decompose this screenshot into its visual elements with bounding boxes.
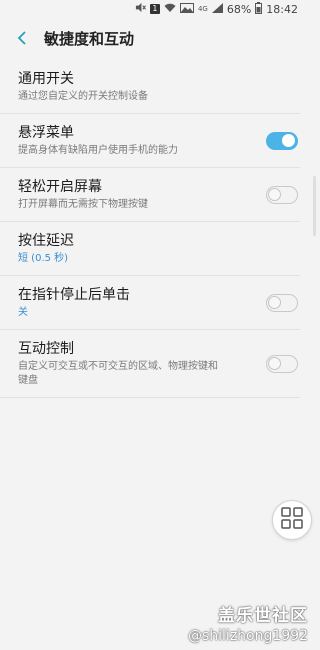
setting-title: 通用开关 — [18, 71, 74, 87]
setting-subtitle: 提高身体有缺陷用户使用手机的能力 — [18, 145, 178, 156]
sim-badge: 1 — [149, 4, 160, 14]
setting-value: 关 — [18, 307, 28, 318]
setting-title: 在指针停止后单击 — [18, 287, 130, 303]
page-title: 敏捷度和互动 — [44, 29, 135, 48]
mute-icon — [135, 2, 146, 16]
setting-click-after-pointer-stops[interactable]: 在指针停止后单击 关 — [0, 276, 300, 330]
setting-floating-menu[interactable]: 悬浮菜单 提高身体有缺陷用户使用手机的能力 — [0, 114, 300, 168]
easy-screen-toggle[interactable] — [266, 185, 298, 204]
grid-icon — [281, 507, 303, 533]
network-type: 4G — [197, 5, 208, 13]
image-icon — [179, 2, 194, 16]
toggle-knob — [268, 356, 281, 370]
setting-universal-switch[interactable]: 通用开关 通过您自定义的开关控制设备 — [0, 60, 300, 114]
setting-touch-hold-delay[interactable]: 按住延迟 短 (0.5 秒) — [0, 222, 300, 276]
battery-percent: 68% — [226, 2, 252, 16]
watermark-logo: 盖乐世社区 — [218, 606, 308, 626]
watermark: 盖乐世社区 @shilizhong1992 — [188, 601, 308, 644]
scrollbar[interactable] — [313, 176, 316, 236]
setting-title: 互动控制 — [18, 341, 74, 357]
floating-menu-toggle[interactable] — [266, 131, 298, 150]
status-bar: 1 4G 68% 18:42 — [0, 0, 316, 18]
app-bar: 敏捷度和互动 — [0, 18, 316, 58]
wifi-icon — [164, 3, 176, 16]
watermark-username: @shilizhong1992 — [187, 628, 308, 644]
toggle-knob — [282, 133, 295, 147]
setting-value: 短 (0.5 秒) — [18, 253, 69, 264]
signal-icon — [211, 2, 223, 16]
setting-title: 轻松开启屏幕 — [18, 179, 102, 195]
clock: 18:42 — [266, 2, 298, 16]
settings-list: 通用开关 通过您自定义的开关控制设备 悬浮菜单 提高身体有缺陷用户使用手机的能力… — [0, 60, 316, 398]
setting-subtitle: 打开屏幕而无需按下物理按键 — [18, 199, 148, 210]
setting-interaction-control[interactable]: 互动控制 自定义可交互或不可交互的区域、物理按键和键盘 — [0, 330, 300, 398]
setting-easy-screen-turn-on[interactable]: 轻松开启屏幕 打开屏幕而无需按下物理按键 — [0, 168, 300, 222]
toggle-knob — [268, 295, 281, 309]
toggle-knob — [268, 187, 281, 201]
floating-menu-button[interactable] — [272, 500, 312, 540]
battery-icon — [255, 1, 263, 17]
setting-title: 悬浮菜单 — [18, 125, 74, 141]
setting-subtitle: 通过您自定义的开关控制设备 — [18, 91, 148, 102]
back-arrow-icon[interactable] — [12, 28, 32, 48]
pointer-click-toggle[interactable] — [266, 293, 298, 312]
setting-title: 按住延迟 — [18, 233, 74, 249]
interaction-control-toggle[interactable] — [266, 354, 298, 373]
setting-subtitle: 自定义可交互或不可交互的区域、物理按键和键盘 — [18, 361, 218, 386]
